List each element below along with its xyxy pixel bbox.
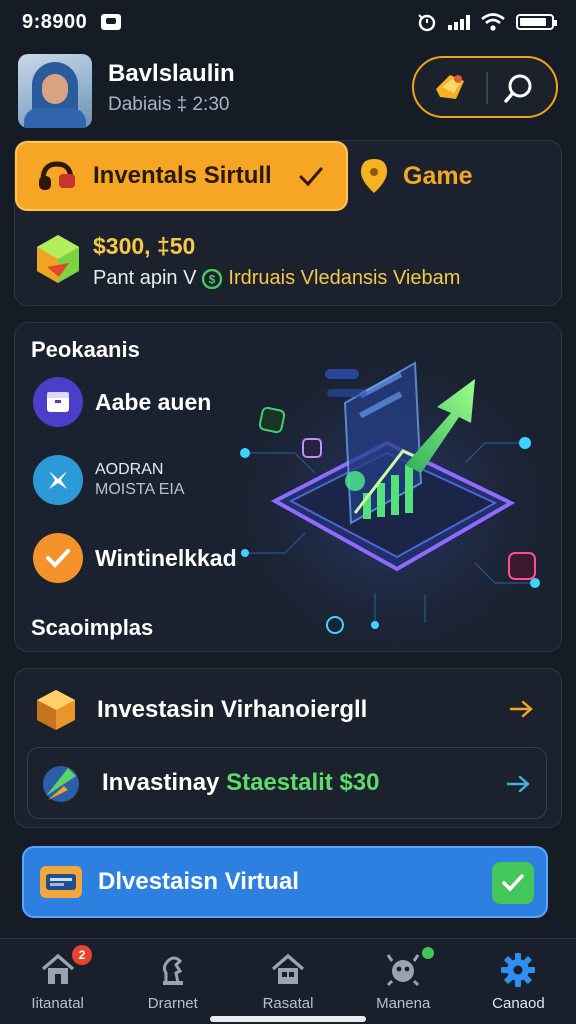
balance-row: Pant apin V $ Irdruais Vledansis Viebam (93, 267, 460, 290)
feature-label-line1: AODRAN (95, 461, 164, 478)
arrow-right-icon[interactable] (509, 699, 535, 719)
cta-label: Dlvestaisn Virtual (98, 868, 299, 895)
cube-icon (37, 235, 79, 283)
gamepad-icon (39, 161, 75, 190)
investment-list-card: Investasin Virhanoiergll Invastinay Stae… (14, 668, 562, 828)
feature-item-1[interactable]: Aabe auen (33, 377, 211, 427)
house-icon (271, 953, 305, 984)
features-footer: Scaoimplas (31, 615, 154, 640)
signal-icon (448, 14, 470, 30)
wallet-icon (40, 866, 82, 898)
row-label: Invastinay Staestalit $30 (102, 769, 380, 796)
wifi-icon (481, 13, 505, 31)
profile-name: Bavlslaulin (108, 60, 235, 87)
balance-description: Irdruais Vledansis Viebam (228, 267, 461, 289)
chess-icon (162, 956, 183, 985)
feature-label: Wintinelkkad (95, 544, 237, 571)
dollar-coin-icon: $ (202, 268, 223, 289)
gear-icon (501, 953, 536, 987)
feature-item-3[interactable]: Wintinelkkad (33, 533, 237, 583)
growth-chart-illustration (225, 333, 561, 649)
avatar[interactable] (18, 54, 92, 128)
investment-row-1[interactable]: Investasin Virhanoiergll (33, 687, 549, 733)
row-label: Investasin Virhanoiergll (97, 696, 368, 723)
balance-label: Pant apin V (93, 267, 197, 289)
feature-item-2[interactable]: AODRAN MOISTA EIA (33, 455, 185, 505)
status-indicators (416, 12, 557, 32)
coins-icon[interactable] (432, 71, 468, 103)
notification-badge: 2 (72, 945, 92, 965)
feature-two-line-label: AODRAN MOISTA EIA (95, 460, 185, 500)
box-icon (33, 377, 83, 427)
features-title: Peokaanis (31, 337, 140, 362)
nav-label: Drarnet (147, 995, 198, 1012)
home-indicator[interactable] (210, 1016, 366, 1022)
nav-label: Rasatal (262, 995, 314, 1012)
message-icon (101, 14, 122, 30)
nav-label: Iitanatal (31, 995, 84, 1012)
investment-row-2[interactable]: Invastinay Staestalit $30 (27, 747, 547, 819)
svg-text:$: $ (209, 272, 216, 286)
location-pin-icon (361, 159, 387, 193)
home-icon (41, 953, 74, 984)
profile-actions (412, 56, 558, 118)
star-icon (33, 455, 83, 505)
nav-item-settings[interactable]: Canaod (461, 939, 576, 1024)
game-tab[interactable]: Game (359, 157, 472, 195)
nav-label: Canaod (492, 995, 545, 1012)
profile-subtitle: Dabiais ‡ 2:30 (108, 94, 230, 115)
nav-item-house[interactable]: Rasatal (230, 939, 345, 1024)
checkmark-icon (299, 167, 323, 187)
simulation-label: Inventals Sirtull (93, 162, 272, 189)
status-dot (421, 947, 434, 959)
investment-summary-card: Inventals Sirtull Game $300, ‡50 Pant ap… (14, 140, 562, 306)
status-bar: 9:8900 (0, 0, 576, 44)
strategy-icon (43, 766, 79, 802)
status-time: 9:8900 (22, 10, 88, 33)
nav-label: Manena (376, 995, 431, 1012)
feature-label: Aabe auen (95, 388, 212, 415)
nav-item-home[interactable]: 2 Iitanatal (0, 939, 115, 1024)
check-icon (33, 533, 83, 583)
nav-item-robot[interactable]: Manena (346, 939, 461, 1024)
gold-box-icon (37, 690, 75, 730)
alarm-icon (418, 14, 436, 32)
bottom-navigation: 2 Iitanatal Drarnet Rasatal Manena Canao… (0, 938, 576, 1024)
profile-header: Bavlslaulin Dabiais ‡ 2:30 (18, 54, 558, 128)
battery-icon (516, 14, 557, 30)
features-card: Peokaanis Aabe auen AODRAN MOISTA EIA Wi… (14, 322, 562, 652)
nav-item-chess[interactable]: Drarnet (115, 939, 230, 1024)
feature-label-line2: MOISTA EIA (95, 481, 185, 498)
checkbox-checked-icon[interactable] (492, 862, 534, 904)
game-label: Game (403, 161, 473, 190)
arrow-right-icon[interactable] (506, 774, 532, 794)
virtual-investment-button[interactable]: Dlvestaisn Virtual (22, 846, 548, 918)
simulation-button[interactable]: Inventals Sirtull (15, 141, 348, 211)
search-icon[interactable] (502, 71, 536, 105)
robot-icon (386, 954, 420, 987)
amount-value: $300, ‡50 (93, 233, 196, 259)
